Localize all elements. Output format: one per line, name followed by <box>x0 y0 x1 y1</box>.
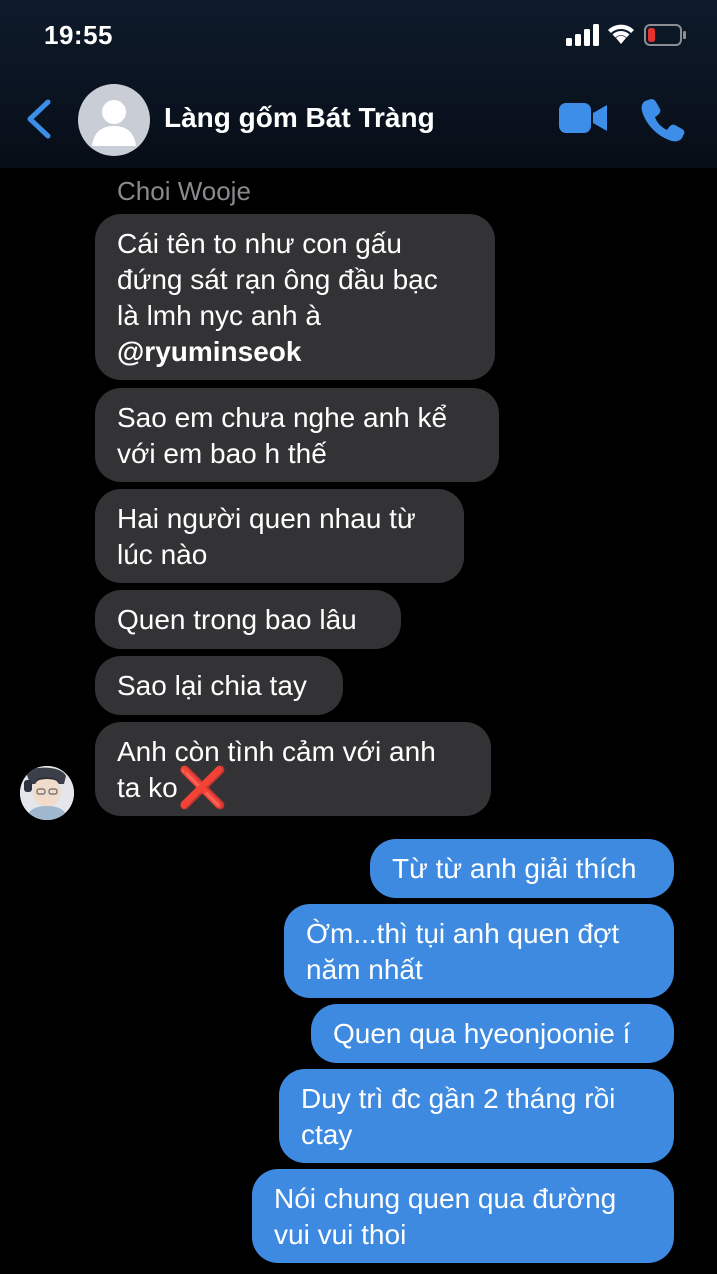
incoming-message[interactable]: Sao lại chia tay <box>95 656 343 715</box>
outgoing-message[interactable]: Ờm...thì tụi anh quen đợt năm nhất <box>284 904 674 998</box>
message-line: Sao em chưa nghe anh kể <box>117 402 448 433</box>
incoming-message[interactable]: Quen trong bao lâu <box>95 590 401 649</box>
video-call-icon[interactable] <box>558 100 608 136</box>
message-line: Cái tên to như con gấu <box>117 228 402 259</box>
sender-avatar[interactable] <box>20 766 74 820</box>
cellular-signal-icon <box>566 24 599 46</box>
user-mention[interactable]: @ryuminseok <box>117 334 473 370</box>
back-chevron-icon[interactable] <box>22 96 58 142</box>
default-person-icon <box>92 100 136 146</box>
outgoing-message[interactable]: Nói chung quen qua đường vui vui thoi <box>252 1169 674 1263</box>
incoming-message[interactable]: Sao em chưa nghe anh kể với em bao h thế <box>95 388 499 482</box>
cross-mark-emoji: ❌ <box>177 766 228 810</box>
message-line: đứng sát rạn ông đầu bạc <box>117 264 438 295</box>
battery-icon <box>644 24 686 46</box>
message-line: Anh còn tình cảm với anh <box>117 736 436 767</box>
sender-photo-icon <box>20 766 74 820</box>
outgoing-message[interactable]: Quen qua hyeonjoonie í <box>311 1004 674 1063</box>
contact-avatar[interactable] <box>78 84 150 156</box>
outgoing-message[interactable]: Từ từ anh giải thích <box>370 839 674 898</box>
incoming-message[interactable]: Cái tên to như con gấu đứng sát rạn ông … <box>95 214 495 380</box>
message-line: với em bao h thế <box>117 438 327 469</box>
wifi-icon <box>608 24 634 44</box>
message-line: lúc nào <box>117 539 208 570</box>
message-line: Duy trì đc gần 2 tháng rồi <box>301 1083 616 1114</box>
message-line: là lmh nyc anh à <box>117 300 321 331</box>
contact-name[interactable]: Làng gốm Bát Tràng <box>164 102 435 134</box>
incoming-message[interactable]: Hai người quen nhau từ lúc nào <box>95 489 464 583</box>
message-line: năm nhất <box>306 954 423 985</box>
message-line: Ờm...thì tụi anh quen đợt <box>306 918 620 949</box>
status-bar: 19:55 <box>0 0 717 70</box>
outgoing-message[interactable]: Duy trì đc gần 2 tháng rồi ctay <box>279 1069 674 1163</box>
phone-call-icon[interactable] <box>640 96 686 142</box>
status-time: 19:55 <box>44 20 113 50</box>
message-line: Từ từ anh giải thích <box>392 853 637 884</box>
conversation-header: 19:55 Làng gốm Bát Tràng <box>0 0 717 168</box>
message-line: Quen qua hyeonjoonie í <box>333 1018 631 1049</box>
sender-name: Choi Wooje <box>117 176 251 206</box>
message-line: ctay <box>301 1119 353 1150</box>
message-line: Quen trong bao lâu <box>117 604 357 635</box>
incoming-message[interactable]: Anh còn tình cảm với anh ta ko❌ <box>95 722 491 816</box>
message-line: Nói chung quen qua đường <box>274 1183 617 1214</box>
message-line: Sao lại chia tay <box>117 670 307 701</box>
message-line-text: ta ko <box>117 772 178 803</box>
message-line: ta ko❌ <box>117 768 469 808</box>
message-line: vui vui thoi <box>274 1219 407 1250</box>
message-line: Hai người quen nhau từ <box>117 503 416 534</box>
